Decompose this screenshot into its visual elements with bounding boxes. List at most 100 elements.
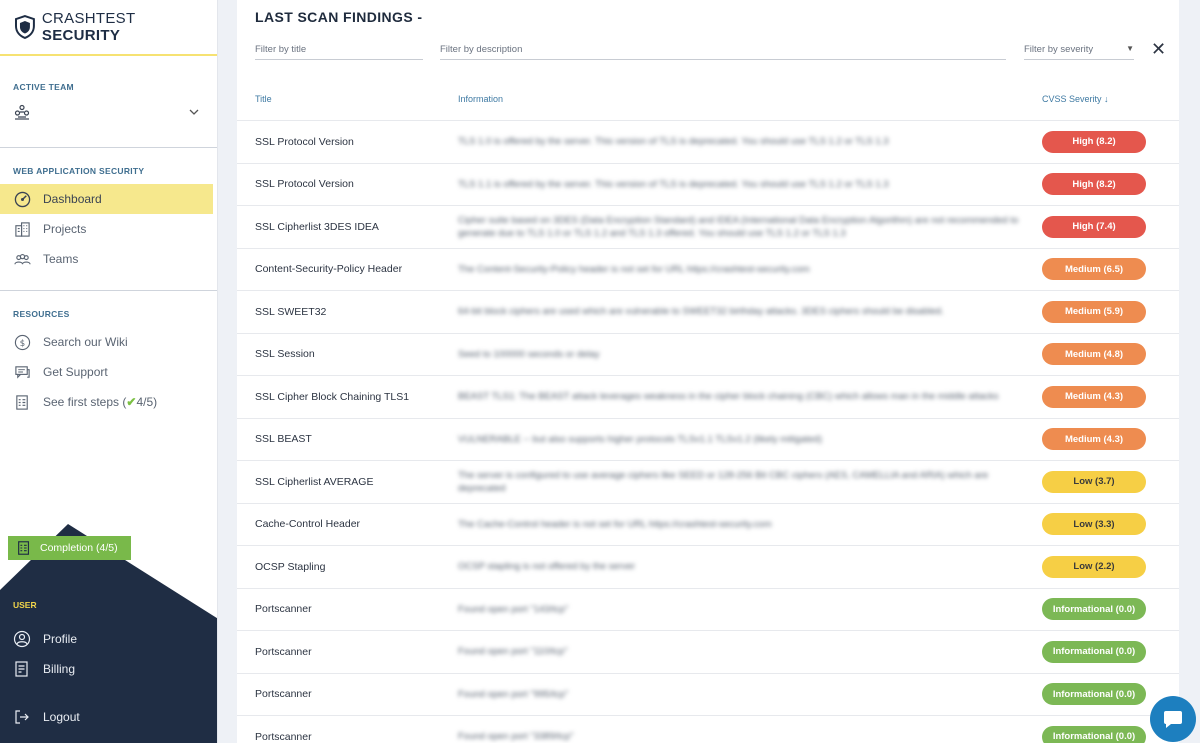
table-row[interactable]: SSL Protocol Version TLS 1.1 is offered … [237, 162, 1179, 206]
table-row[interactable]: SSL Protocol Version TLS 1.0 is offered … [237, 120, 1179, 163]
finding-title: SSL Cipherlist AVERAGE [255, 475, 374, 488]
completion-label: Completion (4/5) [40, 542, 118, 554]
finding-title: SSL Cipherlist 3DES IDEA [255, 220, 379, 233]
profile-icon [13, 630, 31, 648]
user-section: USER Profile Billing Logout [0, 600, 217, 732]
finding-title: Content-Security-Policy Header [255, 263, 403, 276]
sidebar-item-label: Get Support [43, 365, 108, 379]
column-header-severity[interactable]: CVSS Severity ↓ [1042, 94, 1109, 104]
chevron-down-icon[interactable] [189, 107, 199, 117]
finding-title: Portscanner [255, 645, 312, 658]
column-header-information[interactable]: Information [458, 94, 503, 104]
table-row[interactable]: Portscanner Found open port "110/tcp" In… [237, 630, 1179, 673]
resources-section: RESOURCES $ Search our Wiki Get Support … [0, 291, 217, 417]
web-app-security-label: WEB APPLICATION SECURITY [13, 166, 145, 176]
chat-icon [13, 363, 31, 381]
finding-title: SSL BEAST [255, 433, 312, 446]
severity-badge: Medium (6.5) [1042, 258, 1146, 281]
finding-title: SSL SWEET32 [255, 305, 327, 318]
table-row[interactable]: Portscanner Found open port "143/tcp" In… [237, 587, 1179, 631]
title-filter-input[interactable]: Filter by title [255, 38, 423, 60]
sidebar-item-support[interactable]: Get Support [0, 357, 217, 387]
table-row[interactable]: SSL Cipherlist 3DES IDEA Cipher suite ba… [237, 205, 1179, 248]
table-row[interactable]: SSL Cipherlist AVERAGE The server is con… [237, 460, 1179, 503]
user-label: USER [13, 600, 37, 610]
chat-bubble-icon [1164, 711, 1182, 728]
sidebar-item-label: Teams [43, 252, 79, 266]
sidebar: CRASHTEST SECURITY ACTIVE TEAM WEB APPLI… [0, 0, 218, 743]
sidebar-item-logout[interactable]: Logout [0, 702, 217, 732]
svg-text:$: $ [19, 338, 24, 348]
billing-icon [13, 660, 31, 678]
brand-header[interactable]: CRASHTEST SECURITY [0, 0, 217, 56]
finding-title: Portscanner [255, 730, 312, 743]
severity-badge: Low (3.7) [1042, 470, 1146, 493]
dropdown-caret-icon: ▼ [1126, 44, 1134, 53]
sidebar-item-profile[interactable]: Profile [0, 624, 217, 654]
finding-info: Found open port "110/tcp" [458, 646, 568, 658]
sidebar-item-projects[interactable]: Projects [0, 214, 217, 244]
finding-info: 64-bit block ciphers are used which are … [458, 306, 944, 318]
chat-widget-button[interactable] [1150, 696, 1196, 742]
finding-title: SSL Cipher Block Chaining TLS1 [255, 390, 410, 403]
sidebar-item-label: Logout [43, 710, 80, 724]
table-row[interactable]: Portscanner Found open port "3389/tcp" I… [237, 715, 1179, 743]
dashboard-icon [13, 190, 31, 208]
finding-info: The Content-Security-Policy header is no… [458, 263, 810, 275]
table-row[interactable]: SSL Session Seed to 100000 seconds or de… [237, 332, 1179, 376]
table-row[interactable]: Cache-Control Header The Cache-Control h… [237, 502, 1179, 546]
column-header-title[interactable]: Title [255, 94, 272, 104]
severity-badge: High (8.2) [1042, 130, 1146, 153]
building-icon [13, 220, 31, 238]
brand-name: CRASHTEST SECURITY [41, 10, 136, 44]
finding-info: The Cache-Control header is not set for … [458, 518, 772, 530]
table-row[interactable]: OCSP Stapling OCSP stapling is not offer… [237, 545, 1179, 588]
sidebar-item-dashboard[interactable]: Dashboard [0, 184, 213, 214]
logout-icon [13, 708, 31, 726]
table-row[interactable]: SSL SWEET32 64-bit block ciphers are use… [237, 290, 1179, 333]
severity-badge: Informational (0.0) [1042, 725, 1146, 743]
table-row[interactable]: SSL BEAST VULNERABLE -- but also support… [237, 417, 1179, 461]
finding-info: TLS 1.0 is offered by the server. This v… [458, 136, 889, 148]
finding-title: Portscanner [255, 688, 312, 701]
finding-info: Found open port "3389/tcp" [458, 731, 574, 743]
sidebar-item-billing[interactable]: Billing [0, 654, 217, 684]
finding-title: Cache-Control Header [255, 518, 361, 531]
team-icon [14, 104, 30, 120]
finding-info: Seed to 100000 seconds or delay [458, 348, 600, 360]
finding-title: SSL Session [255, 348, 315, 361]
finding-title: SSL Protocol Version [255, 135, 354, 148]
description-filter-input[interactable]: Filter by description [440, 38, 1006, 60]
finding-info: TLS 1.1 is offered by the server. This v… [458, 178, 889, 190]
finding-title: SSL Protocol Version [255, 178, 354, 191]
people-icon [13, 250, 31, 268]
sidebar-item-first-steps[interactable]: See first steps (✔4/5) [0, 387, 217, 417]
sidebar-item-label: Projects [43, 222, 87, 236]
finding-info: Cipher suite based on 3DES (Data Encrypt… [458, 214, 1019, 239]
finding-info: BEAST TLS1: The BEAST attack leverages w… [458, 391, 999, 403]
finding-title: OCSP Stapling [255, 560, 326, 573]
severity-badge: Medium (5.9) [1042, 300, 1146, 323]
active-team-label: ACTIVE TEAM [13, 82, 74, 92]
sidebar-item-teams[interactable]: Teams [0, 244, 217, 274]
shield-logo-icon [14, 15, 35, 39]
completion-badge[interactable]: Completion (4/5) [8, 536, 131, 560]
sidebar-item-label: Dashboard [43, 192, 102, 206]
table-row[interactable]: Portscanner Found open port "995/tcp" In… [237, 672, 1179, 716]
finding-info: OCSP stapling is not offered by the serv… [458, 561, 636, 573]
table-row[interactable]: Content-Security-Policy Header The Conte… [237, 247, 1179, 291]
team-selector[interactable] [0, 92, 217, 120]
severity-badge: Informational (0.0) [1042, 640, 1146, 663]
severity-filter-select[interactable]: Filter by severity ▼ [1024, 38, 1134, 60]
finding-title: Portscanner [255, 603, 312, 616]
sidebar-item-wiki[interactable]: $ Search our Wiki [0, 327, 217, 357]
findings-panel: LAST SCAN FINDINGS - Filter by title Fil… [237, 0, 1179, 743]
findings-table: SSL Protocol Version TLS 1.0 is offered … [237, 120, 1179, 743]
sidebar-item-label: Search our Wiki [43, 335, 128, 349]
resources-label: RESOURCES [13, 309, 70, 319]
checklist-icon [16, 540, 32, 556]
finding-info: Found open port "995/tcp" [458, 688, 569, 700]
close-icon[interactable]: ✕ [1151, 40, 1166, 58]
table-row[interactable]: SSL Cipher Block Chaining TLS1 BEAST TLS… [237, 375, 1179, 418]
severity-badge: Medium (4.3) [1042, 385, 1146, 408]
